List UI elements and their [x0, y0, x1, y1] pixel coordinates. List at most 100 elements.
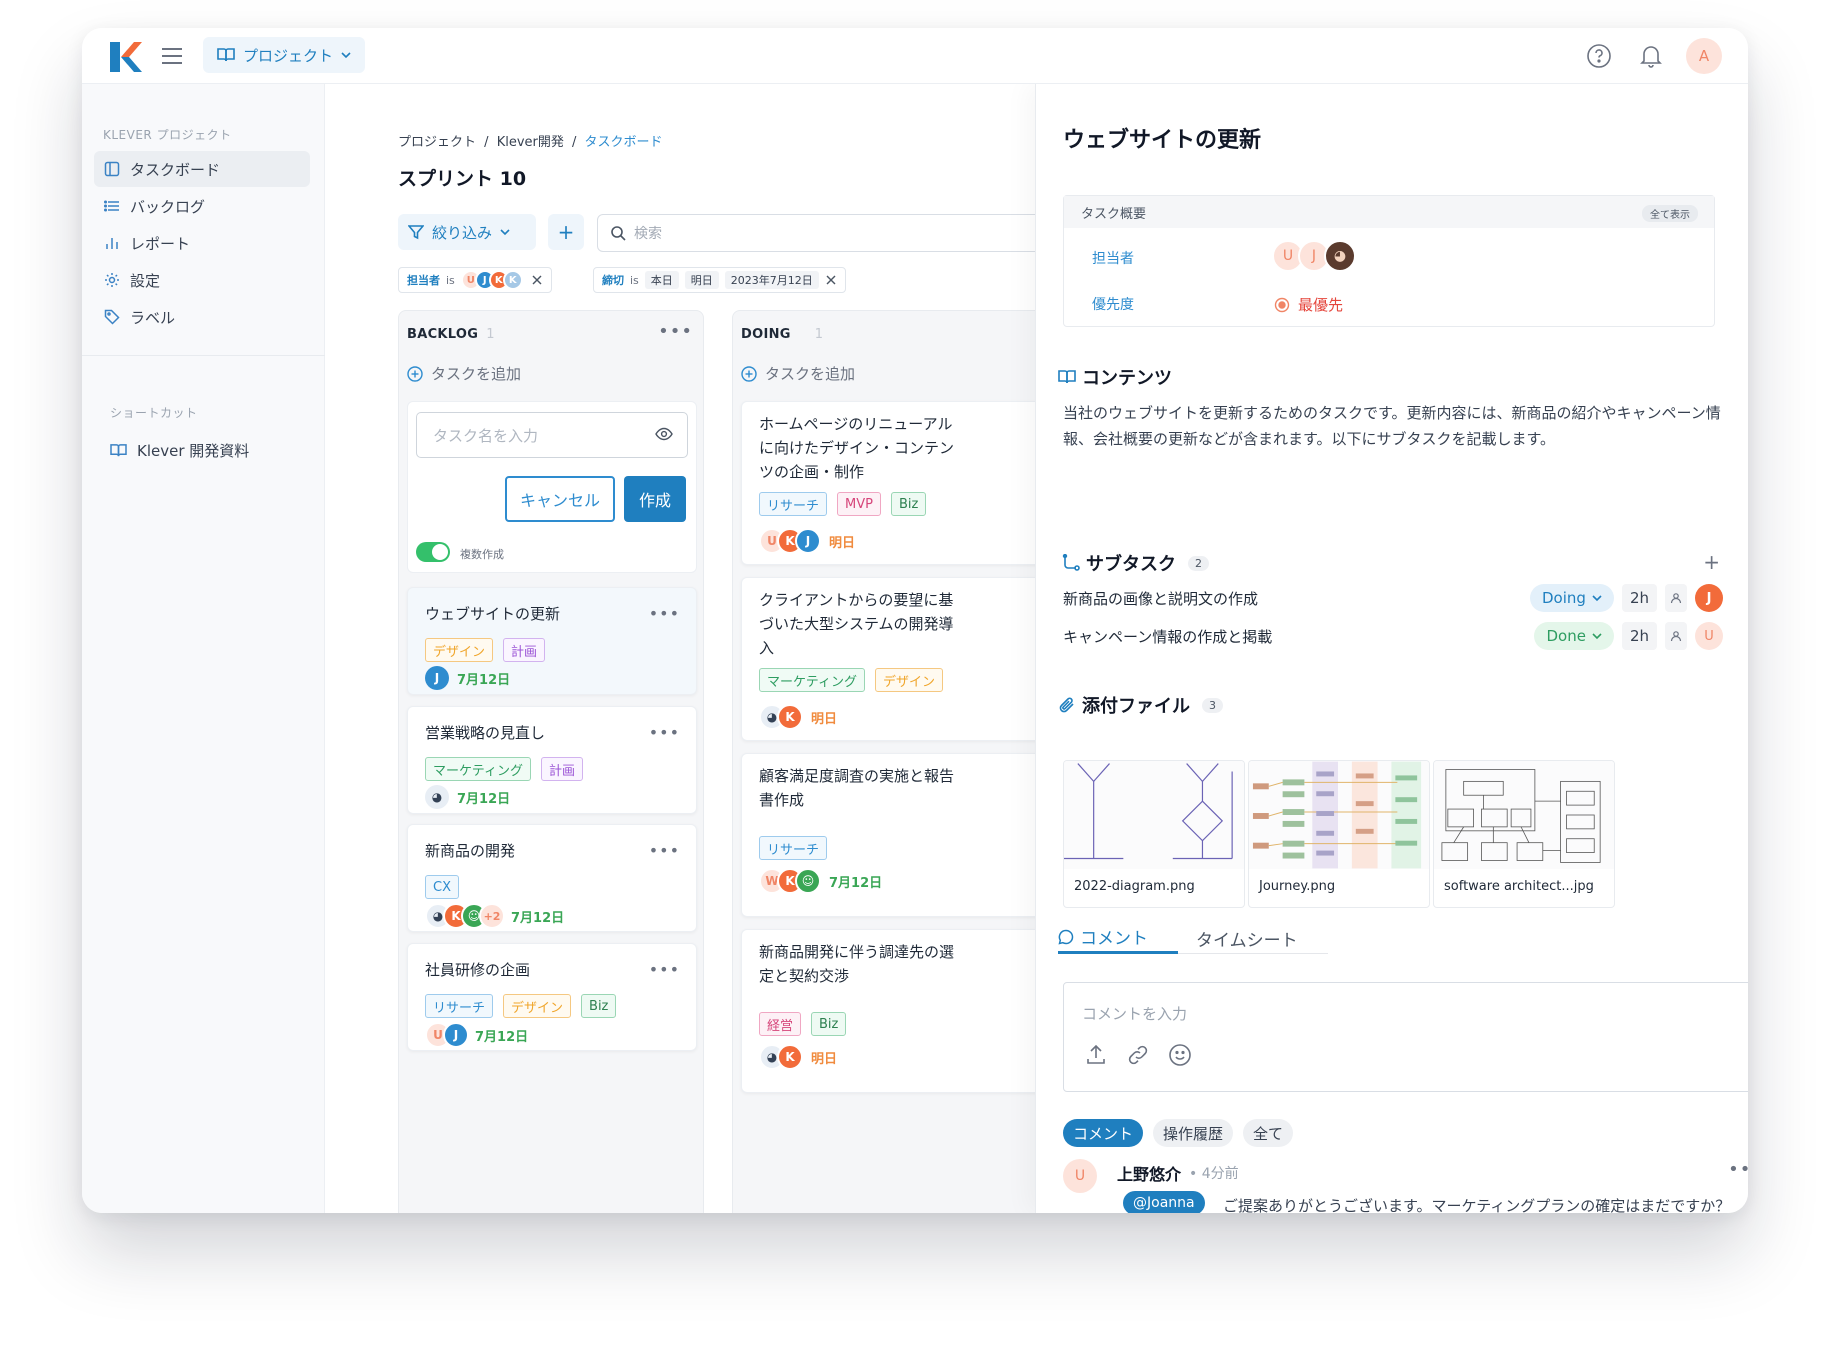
avatar-photo: ◕: [1324, 240, 1356, 272]
sidebar-item-labels[interactable]: ラベル: [94, 299, 310, 335]
add-task-button[interactable]: タスクを追加: [741, 363, 855, 384]
filter-all-button[interactable]: 全て: [1243, 1119, 1294, 1147]
menu-icon[interactable]: [160, 44, 184, 68]
architecture-preview-icon: [1434, 761, 1614, 869]
comment-placeholder: コメントを入力: [1082, 1005, 1188, 1023]
show-all-button[interactable]: 全て表示: [1642, 205, 1698, 222]
filter-comment-button[interactable]: コメント: [1063, 1119, 1144, 1147]
comment-time: • 4分前: [1189, 1166, 1239, 1182]
content-text[interactable]: 当社のウェブサイトを更新するためのタスクです。更新内容には、新商品の紹介やキャン…: [1063, 400, 1723, 453]
column-menu-icon[interactable]: •••: [658, 321, 693, 342]
attachment-name: Journey.png: [1259, 879, 1336, 894]
filter-chip-assignee[interactable]: 担当者 is U J K K: [398, 267, 552, 293]
filter-history-button[interactable]: 操作履歴: [1153, 1119, 1234, 1147]
subtask-name: 新商品の画像と説明文の作成: [1063, 589, 1259, 608]
tab-label: タイムシート: [1196, 930, 1298, 951]
chip-field: 担当者: [407, 274, 440, 287]
filter-chip-deadline[interactable]: 締切 is 本日 明日 2023年7月12日: [593, 267, 846, 293]
sidebar-item-taskboard[interactable]: タスクボード: [94, 151, 310, 187]
chevron-down-icon: [1592, 633, 1602, 640]
card-menu-icon[interactable]: •••: [649, 604, 680, 623]
project-selector-label: プロジェクト: [243, 46, 334, 65]
column-count: 1: [486, 327, 495, 342]
user-icon[interactable]: [1665, 622, 1687, 650]
task-card[interactable]: 営業戦略の見直し ••• マーケティング 計画 ◕ 7月12日: [407, 706, 697, 814]
hours-badge[interactable]: 2h: [1621, 584, 1657, 612]
tab-timesheet[interactable]: タイムシート: [1196, 922, 1298, 954]
add-subtask-button[interactable]: +: [1703, 550, 1720, 574]
task-summary: タスク概要 全て表示 担当者 U J ◕ 優先度 最優先: [1063, 195, 1715, 327]
task-name-input[interactable]: タスク名を入力: [416, 412, 688, 458]
due-date: 明日: [811, 711, 838, 727]
close-icon[interactable]: [825, 274, 837, 286]
paperclip-icon: [1059, 697, 1074, 713]
task-card[interactable]: クライアントからの要望に基づいた大型システムの開発導入 マーケティング デザイン…: [741, 577, 1061, 741]
attachment-thumbnail[interactable]: software architect...jpg: [1433, 760, 1615, 908]
add-filter-button[interactable]: +: [548, 214, 584, 250]
tag-management: 経営: [759, 1012, 802, 1036]
diagram-preview-icon: [1064, 761, 1244, 869]
assignee-avatars[interactable]: U J ◕: [1272, 240, 1356, 272]
comment-menu-icon[interactable]: •••: [1728, 1159, 1748, 1180]
shortcut-item[interactable]: Klever 開発資料: [100, 432, 316, 468]
breadcrumb-project[interactable]: プロジェクト: [398, 135, 476, 150]
user-avatar[interactable]: A: [1686, 38, 1722, 74]
comment-author: 上野悠介: [1117, 1165, 1182, 1184]
upload-icon[interactable]: [1084, 1043, 1108, 1067]
add-task-button[interactable]: タスクを追加: [407, 363, 521, 384]
status-dropdown[interactable]: Doing: [1530, 584, 1614, 612]
subtask-row[interactable]: 新商品の画像と説明文の作成 Doing 2h J: [1063, 584, 1723, 612]
comment-editor[interactable]: コメントを入力: [1063, 982, 1748, 1092]
breadcrumb: プロジェクト / Klever開発 / タスクボード: [398, 131, 663, 150]
task-card[interactable]: 新商品開発に伴う調達先の選定と契約交渉 経営 Biz ◕ K 明日: [741, 929, 1061, 1093]
tab-label: コメント: [1080, 929, 1148, 949]
bell-icon[interactable]: [1634, 39, 1668, 73]
klever-logo-icon[interactable]: [110, 42, 142, 72]
eye-icon[interactable]: [655, 427, 673, 441]
priority-label: 優先度: [1092, 297, 1134, 313]
sidebar-item-settings[interactable]: 設定: [94, 262, 310, 298]
breadcrumb-klever[interactable]: Klever開発: [497, 135, 564, 150]
priority-text: 最優先: [1298, 296, 1344, 314]
add-task-label: タスクを追加: [765, 365, 856, 383]
due-date: 7月12日: [511, 910, 565, 926]
priority-value[interactable]: 最優先: [1274, 294, 1343, 315]
emoji-icon[interactable]: [1168, 1043, 1192, 1067]
tag-design: デザイン: [425, 638, 494, 662]
card-menu-icon[interactable]: •••: [649, 841, 680, 860]
breadcrumb-sep: /: [572, 135, 577, 150]
link-icon[interactable]: [1126, 1043, 1150, 1067]
card-menu-icon[interactable]: •••: [649, 723, 680, 742]
project-selector[interactable]: プロジェクト: [203, 37, 366, 73]
due-date: 7月12日: [475, 1029, 529, 1045]
close-icon[interactable]: [531, 274, 543, 286]
task-card[interactable]: 顧客満足度調査の実施と報告書作成 リサーチ W K ☺ 7月12日: [741, 753, 1061, 917]
task-card[interactable]: 社員研修の企画 ••• リサーチ デザイン Biz U J 7月12日: [407, 943, 697, 1051]
cancel-button[interactable]: キャンセル: [505, 476, 615, 522]
task-card[interactable]: 新商品の開発 ••• CX ◕ K ☺ +2 7月12日: [407, 824, 697, 932]
task-card[interactable]: ホームページのリニューアルに向けたデザイン・コンテンツの企画・制作 リサーチ M…: [741, 401, 1061, 565]
attachment-thumbnail[interactable]: 2022-diagram.png: [1063, 760, 1245, 908]
sidebar-item-backlog[interactable]: バックログ: [94, 188, 310, 224]
search-input[interactable]: 検索: [597, 214, 1057, 252]
multi-create-toggle[interactable]: [416, 542, 450, 562]
attachment-thumbnail[interactable]: Journey.png: [1248, 760, 1430, 908]
card-menu-icon[interactable]: •••: [649, 960, 680, 979]
status-dropdown[interactable]: Done: [1534, 622, 1614, 650]
tab-comment[interactable]: コメント: [1058, 922, 1178, 954]
filter-button[interactable]: 絞り込み: [398, 214, 536, 250]
help-icon[interactable]: [1582, 39, 1616, 73]
task-card[interactable]: ウェブサイトの更新 ••• デザイン 計画 J 7月12日: [407, 587, 697, 695]
sidebar-item-report[interactable]: レポート: [94, 225, 310, 261]
plus-circle-icon: [407, 365, 423, 382]
subtask-icon: [1062, 554, 1080, 571]
task-title: 新商品開発に伴う調達先の選定と契約交渉: [759, 943, 955, 985]
user-icon[interactable]: [1665, 584, 1687, 612]
task-title: 新商品の開発: [425, 842, 516, 860]
create-button[interactable]: 作成: [624, 476, 686, 522]
subtask-row[interactable]: キャンペーン情報の作成と掲載 Done 2h U: [1063, 622, 1723, 650]
mention-badge[interactable]: @Joanna: [1123, 1191, 1205, 1213]
multi-create-label: 複数作成: [460, 548, 504, 561]
sidebar-item-label: バックログ: [130, 197, 206, 216]
hours-badge[interactable]: 2h: [1621, 622, 1657, 650]
